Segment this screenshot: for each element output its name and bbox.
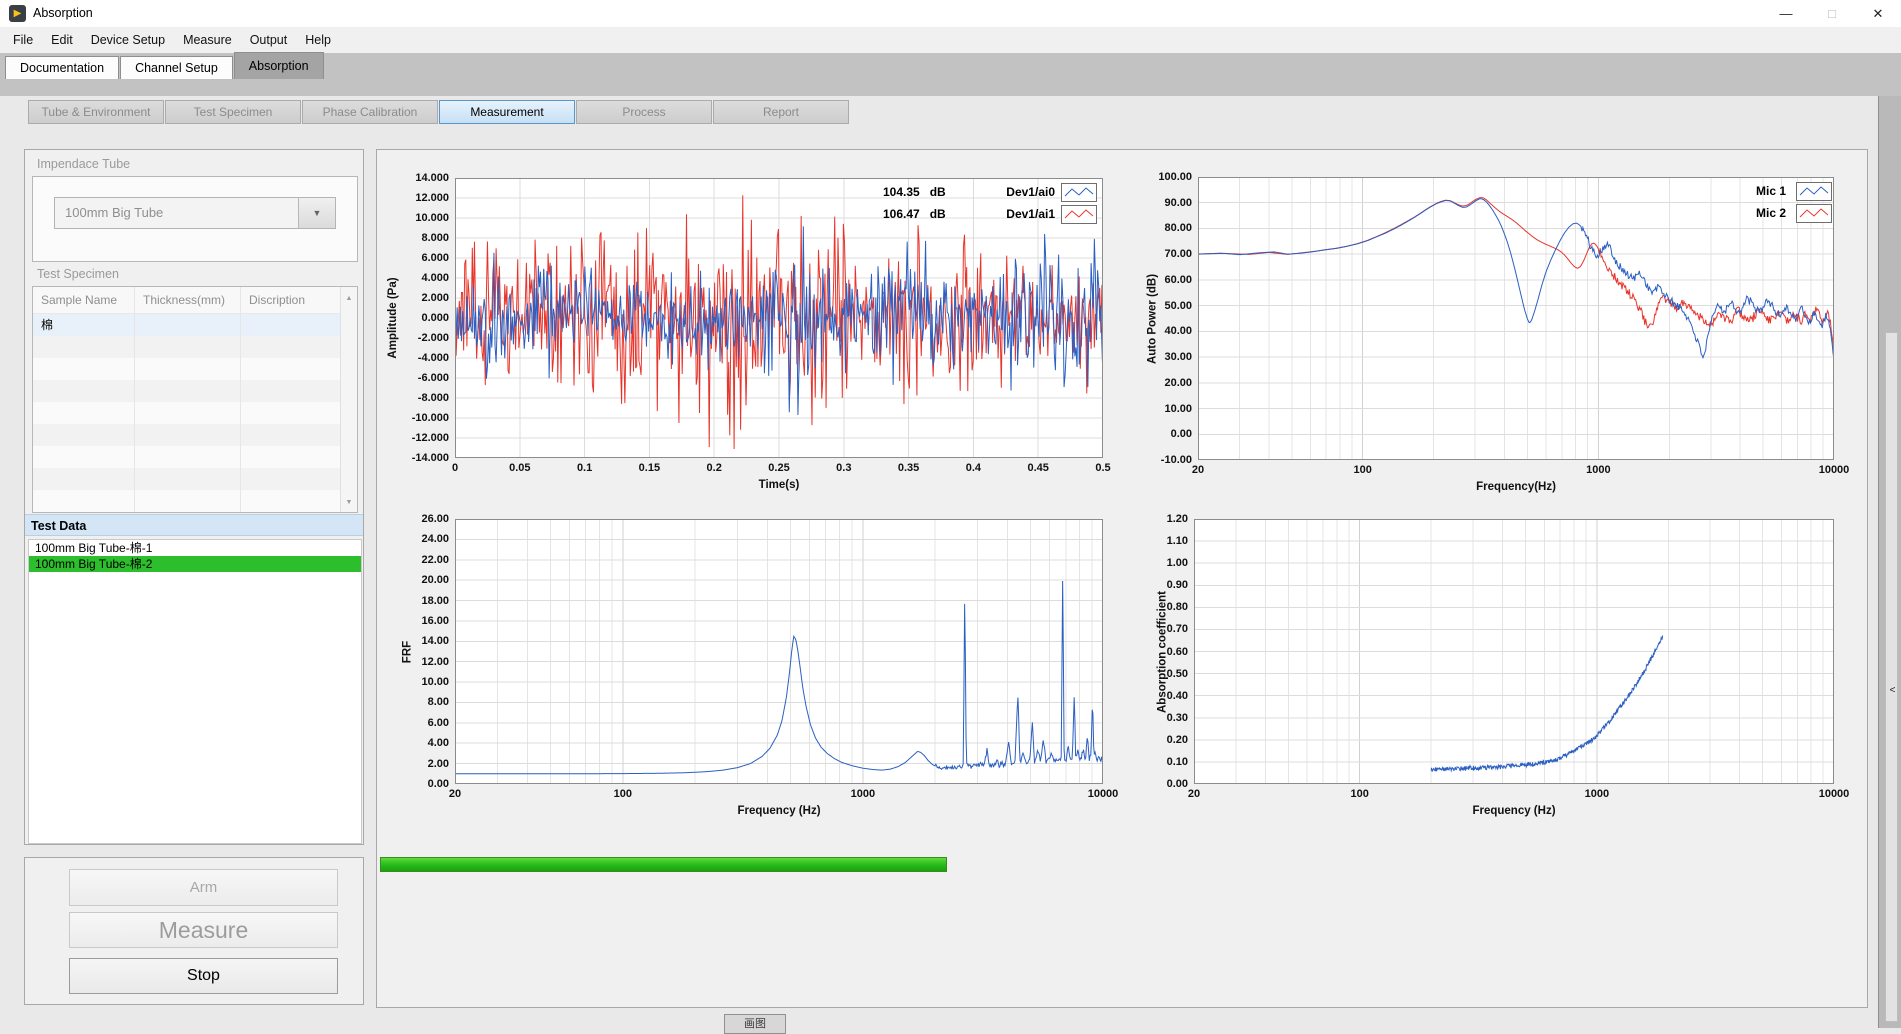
tab-bar: DocumentationChannel SetupAbsorption [5,53,325,79]
subtab-bar: Tube & EnvironmentTest SpecimenPhase Cal… [28,100,849,124]
arm-button[interactable]: Arm [69,869,338,906]
menu-device-setup[interactable]: Device Setup [82,27,174,53]
measure-button[interactable]: Measure [69,912,338,948]
measurement-panel [376,149,1868,1008]
chevron-down-icon[interactable]: ▼ [298,198,335,228]
table-cell [241,380,325,402]
table-row[interactable] [33,446,357,468]
table-cell [135,402,241,424]
table-cell [241,336,325,358]
table-cell [135,468,241,490]
table-cell [241,424,325,446]
table-row[interactable] [33,402,357,424]
table-cell [241,468,325,490]
stop-button[interactable]: Stop [69,958,338,994]
table-row[interactable] [33,380,357,402]
vertical-scrollbar[interactable]: < [1885,332,1898,1022]
table-cell [241,402,325,424]
table-cell [135,358,241,380]
menu-file[interactable]: File [4,27,42,53]
table-cell [241,358,325,380]
table-cell [135,336,241,358]
table-cell [135,380,241,402]
menu-output[interactable]: Output [241,27,297,53]
test-data-item[interactable]: 100mm Big Tube-棉-2 [29,556,361,572]
table-cell [33,402,135,424]
test-specimen-header: Test Specimen [37,264,119,284]
impedance-tube-header: Impendace Tube [37,154,130,174]
absorption-tab-pane: Tube & EnvironmentTest SpecimenPhase Cal… [0,96,1878,1028]
subtab-process[interactable]: Process [576,100,712,124]
column-header-discription: Discription [241,287,325,313]
table-cell [33,424,135,446]
table-cell [33,336,135,358]
column-header-thickness-mm: Thickness(mm) [135,287,241,313]
maximize-button[interactable]: □ [1809,0,1855,27]
tab-absorption[interactable]: Absorption [234,52,324,79]
tube-select-dropdown[interactable]: 100mm Big Tube ▼ [54,197,336,229]
menu-bar: FileEditDevice SetupMeasureOutputHelp [0,27,1901,53]
test-data-list: 100mm Big Tube-棉-1100mm Big Tube-棉-2 [28,539,362,844]
measurement-progress-bar [380,857,947,872]
tube-select-value: 100mm Big Tube [65,198,163,228]
table-cell [33,468,135,490]
scroll-up-icon[interactable]: ▲ [341,295,357,302]
tab-strip: DocumentationChannel SetupAbsorption [0,53,1901,96]
test-specimen-table: Sample NameThickness(mm)Discription棉 ▲ ▼ [32,286,358,513]
close-button[interactable]: ✕ [1855,0,1901,27]
table-row[interactable] [33,358,357,380]
subtab-phase-calibration[interactable]: Phase Calibration [302,100,438,124]
table-cell: 棉 [33,314,135,336]
table-cell [33,380,135,402]
table-row[interactable] [33,336,357,358]
table-row[interactable] [33,468,357,490]
subtab-tube-environment[interactable]: Tube & Environment [28,100,164,124]
scroll-down-icon[interactable]: ▼ [341,499,357,506]
window-title: Absorption [33,0,93,27]
column-header-sample-name: Sample Name [33,287,135,313]
subtab-measurement[interactable]: Measurement [439,100,575,124]
impedance-tube-groupbox: 100mm Big Tube ▼ [32,176,358,262]
tab-channel-setup[interactable]: Channel Setup [120,56,233,79]
title-bar: ▶ Absorption — □ ✕ [0,0,1901,28]
footer-tab-draw[interactable]: 画图 [724,1014,786,1034]
sidebar-panel: Impendace Tube 100mm Big Tube ▼ Test Spe… [24,149,364,845]
menu-help[interactable]: Help [296,27,340,53]
menu-measure[interactable]: Measure [174,27,241,53]
splitter-collapse-icon[interactable]: < [1886,685,1899,696]
table-cell [135,424,241,446]
test-data-header: Test Data [25,514,363,536]
subtab-test-specimen[interactable]: Test Specimen [165,100,301,124]
menu-edit[interactable]: Edit [42,27,82,53]
table-cell [135,314,241,336]
table-row[interactable]: 棉 [33,314,357,336]
app-icon: ▶ [9,5,26,22]
table-scrollbar[interactable]: ▲ ▼ [340,287,357,512]
command-buttons-panel: Arm Measure Stop [24,857,364,1005]
minimize-button[interactable]: — [1763,0,1809,27]
right-gutter: < [1878,96,1901,1028]
test-data-item[interactable]: 100mm Big Tube-棉-1 [29,540,361,556]
table-cell [241,314,325,336]
table-cell [33,358,135,380]
table-row[interactable] [33,424,357,446]
table-cell [241,490,325,512]
table-cell [33,490,135,512]
tab-documentation[interactable]: Documentation [5,56,119,79]
subtab-report[interactable]: Report [713,100,849,124]
table-header-row: Sample NameThickness(mm)Discription [33,287,357,314]
table-cell [135,446,241,468]
table-cell [33,446,135,468]
table-cell [135,490,241,512]
table-cell [241,446,325,468]
table-row[interactable] [33,490,357,512]
test-specimen-rows: Sample NameThickness(mm)Discription棉 [33,287,357,512]
